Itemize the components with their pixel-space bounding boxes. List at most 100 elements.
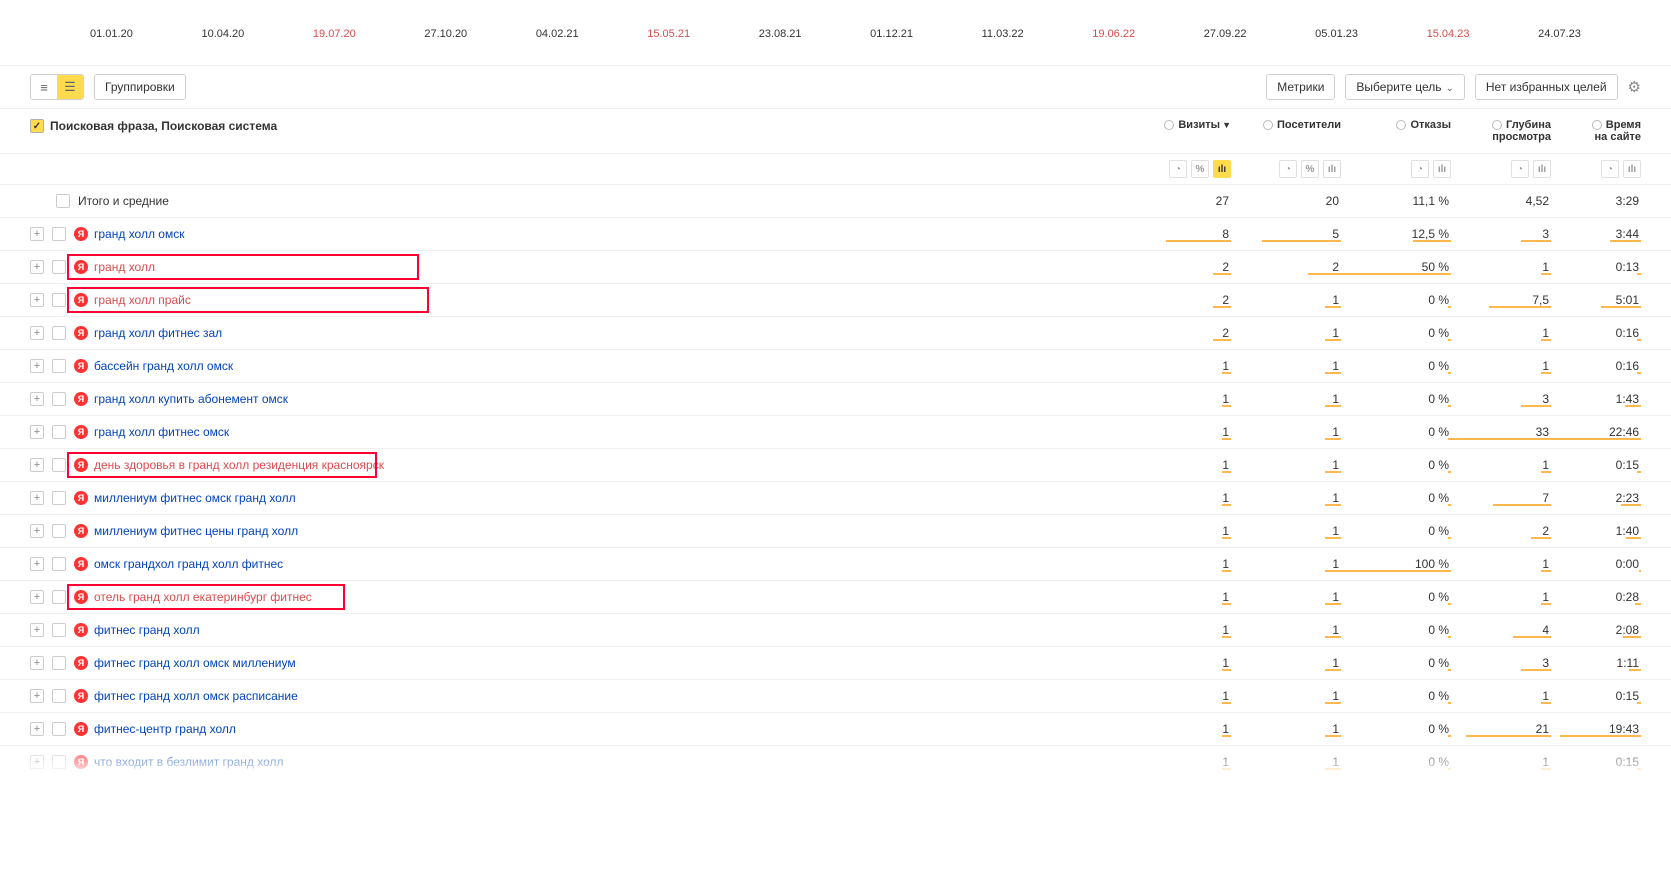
expand-button[interactable]: + — [30, 392, 44, 406]
col-visitors[interactable]: Посетители — [1231, 119, 1341, 147]
bars-icon[interactable]: ılı — [1433, 160, 1451, 178]
axis-tick: 11.03.22 — [982, 28, 1024, 40]
bars-icon[interactable]: ılı — [1533, 160, 1551, 178]
search-phrase-link[interactable]: что входит в безлимит гранд холл — [94, 755, 284, 769]
expand-button[interactable]: + — [30, 656, 44, 670]
pie-icon[interactable]: ◔ — [1279, 160, 1297, 178]
cell-visits: 1 — [1141, 722, 1231, 736]
checkbox[interactable] — [52, 755, 66, 769]
table-header: ✓ Поисковая фраза, Поисковая система Виз… — [0, 109, 1671, 154]
col-refusals[interactable]: Отказы — [1341, 119, 1451, 147]
percent-icon[interactable]: % — [1191, 160, 1209, 178]
pie-icon[interactable]: ◔ — [1411, 160, 1429, 178]
cell-refusals: 0 % — [1341, 524, 1451, 538]
search-phrase-link[interactable]: омск грандхол гранд холл фитнес — [94, 557, 283, 571]
expand-button[interactable]: + — [30, 722, 44, 736]
check-icon[interactable]: ✓ — [30, 119, 44, 133]
checkbox[interactable] — [52, 722, 66, 736]
view-list-button[interactable]: ≡ — [31, 75, 57, 99]
cell-time: 1:43 — [1551, 392, 1641, 406]
axis-tick: 19.06.22 — [1092, 28, 1135, 40]
cell-refusals: 0 % — [1341, 689, 1451, 703]
view-tree-button[interactable]: ☰ — [57, 75, 83, 99]
search-phrase-link[interactable]: миллениум фитнес омск гранд холл — [94, 491, 296, 505]
checkbox[interactable] — [52, 458, 66, 472]
select-goal-button[interactable]: Выберите цель⌄ — [1345, 74, 1464, 100]
expand-button[interactable]: + — [30, 359, 44, 373]
checkbox[interactable] — [52, 689, 66, 703]
bars-icon[interactable]: ılı — [1323, 160, 1341, 178]
expand-button[interactable]: + — [30, 227, 44, 241]
axis-tick: 04.02.21 — [536, 28, 579, 40]
checkbox[interactable] — [52, 524, 66, 538]
expand-button[interactable]: + — [30, 326, 44, 340]
search-phrase-link[interactable]: фитнес гранд холл омск расписание — [94, 689, 298, 703]
no-favorites-button[interactable]: Нет избранных целей — [1475, 74, 1618, 100]
cell-time: 0:16 — [1551, 326, 1641, 340]
cell-time: 0:13 — [1551, 260, 1641, 274]
expand-button[interactable]: + — [30, 260, 44, 274]
search-phrase-link[interactable]: гранд холл купить абонемент омск — [94, 392, 288, 406]
search-phrase-link[interactable]: фитнес гранд холл — [94, 623, 200, 637]
search-phrase-link[interactable]: отель гранд холл екатеринбург фитнес — [94, 590, 312, 604]
checkbox[interactable] — [52, 590, 66, 604]
checkbox[interactable] — [52, 359, 66, 373]
col-visits[interactable]: Визиты▼ — [1141, 119, 1231, 147]
checkbox[interactable] — [52, 260, 66, 274]
checkbox[interactable] — [52, 656, 66, 670]
axis-tick: 24.07.23 — [1538, 28, 1581, 40]
checkbox[interactable] — [52, 425, 66, 439]
checkbox[interactable] — [52, 392, 66, 406]
yandex-icon: Я — [74, 656, 88, 670]
cell-visits: 1 — [1141, 359, 1231, 373]
col-depth[interactable]: Глубинапросмотра — [1451, 119, 1551, 147]
search-phrase-link[interactable]: гранд холл — [94, 260, 155, 274]
percent-icon[interactable]: % — [1301, 160, 1319, 178]
cell-refusals: 0 % — [1341, 326, 1451, 340]
checkbox[interactable] — [52, 326, 66, 340]
bars-icon[interactable]: ılı — [1623, 160, 1641, 178]
search-phrase-link[interactable]: день здоровья в гранд холл резиденция кр… — [94, 458, 384, 472]
search-phrase-link[interactable]: бассейн гранд холл омск — [94, 359, 233, 373]
expand-button[interactable]: + — [30, 425, 44, 439]
search-phrase-link[interactable]: гранд холл омск — [94, 227, 184, 241]
yandex-icon: Я — [74, 689, 88, 703]
table-row: +Ягранд холл омск8512,5 %33:44 — [0, 218, 1671, 251]
groupings-button[interactable]: Группировки — [94, 74, 186, 100]
expand-button[interactable]: + — [30, 458, 44, 472]
col-visits-label: Визиты — [1178, 119, 1220, 131]
expand-button[interactable]: + — [30, 293, 44, 307]
expand-button[interactable]: + — [30, 491, 44, 505]
metrics-button[interactable]: Метрики — [1266, 74, 1335, 100]
cell-depth: 3 — [1451, 656, 1551, 670]
yandex-icon: Я — [74, 392, 88, 406]
search-phrase-link[interactable]: гранд холл фитнес омск — [94, 425, 229, 439]
search-phrase-link[interactable]: фитнес-центр гранд холл — [94, 722, 236, 736]
checkbox[interactable] — [52, 557, 66, 571]
checkbox[interactable] — [52, 623, 66, 637]
checkbox[interactable] — [52, 491, 66, 505]
cell-time: 0:15 — [1551, 755, 1641, 769]
expand-button[interactable]: + — [30, 623, 44, 637]
search-phrase-link[interactable]: миллениум фитнес цены гранд холл — [94, 524, 298, 538]
pie-icon[interactable]: ◔ — [1601, 160, 1619, 178]
expand-button[interactable]: + — [30, 590, 44, 604]
search-phrase-link[interactable]: гранд холл прайс — [94, 293, 191, 307]
checkbox[interactable] — [52, 293, 66, 307]
expand-button[interactable]: + — [30, 557, 44, 571]
col-time[interactable]: Времяна сайте — [1551, 119, 1641, 147]
pie-icon[interactable]: ◔ — [1511, 160, 1529, 178]
bars-icon[interactable]: ılı — [1213, 160, 1231, 178]
search-phrase-link[interactable]: гранд холл фитнес зал — [94, 326, 222, 340]
axis-tick: 01.01.20 — [90, 28, 133, 40]
pie-icon[interactable]: ◔ — [1169, 160, 1187, 178]
checkbox[interactable] — [56, 194, 70, 208]
col-visitors-label: Посетители — [1277, 119, 1341, 131]
expand-button[interactable]: + — [30, 689, 44, 703]
expand-button[interactable]: + — [30, 755, 44, 769]
axis-tick: 27.09.22 — [1204, 28, 1247, 40]
expand-button[interactable]: + — [30, 524, 44, 538]
search-phrase-link[interactable]: фитнес гранд холл омск миллениум — [94, 656, 296, 670]
gear-icon[interactable]: ⚙ — [1628, 78, 1641, 96]
checkbox[interactable] — [52, 227, 66, 241]
